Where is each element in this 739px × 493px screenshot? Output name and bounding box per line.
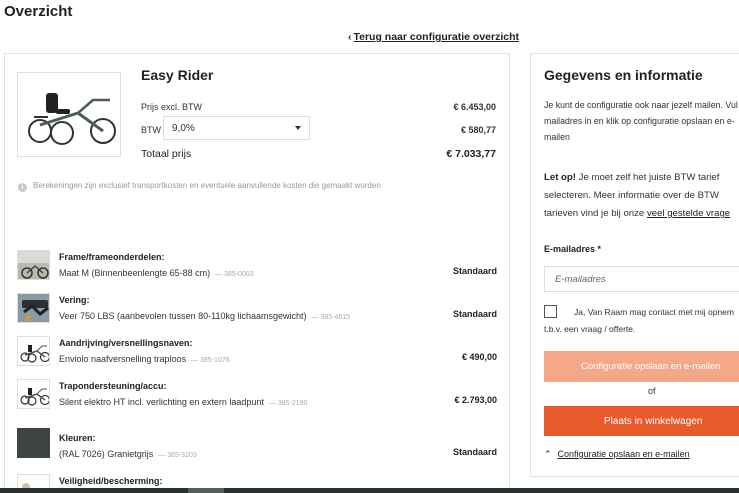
option-thumbnail <box>17 293 50 323</box>
calculation-note: i Berekeningen zijn exclusief transportko… <box>18 181 381 192</box>
option-description: Enviolo naafversnelling traploos — 385-10… <box>59 354 230 364</box>
consent-text: Ja, Van Raam mag contact met mij opnem t… <box>544 307 734 334</box>
option-price: Standaard <box>452 266 497 276</box>
option-row-suspension: Vering: Veer 750 LBS (aanbevolen tussen … <box>17 293 497 333</box>
configuration-summary-card: Easy Rider Prijs excl. BTW € 6.453,00 BT… <box>4 53 510 493</box>
option-title: Veiligheid/bescherming: <box>59 476 163 486</box>
price-excl-vat-value: € 6.453,00 <box>453 102 496 112</box>
vat-warning: Let op! Je moet zelf het juiste BTW tari… <box>544 172 731 219</box>
vat-rate-select[interactable]: 9,0% <box>163 116 310 140</box>
product-image <box>17 72 121 157</box>
consent-checkbox[interactable] <box>544 305 557 318</box>
option-row-pedal-assist: Trapondersteuning/accu: Silent elektro H… <box>17 379 497 419</box>
save-and-email-button[interactable]: Configuratie opslaan en e-mailen <box>544 351 739 382</box>
option-row-drivetrain: Aandrijving/versnellingsnaven: Enviolo n… <box>17 336 497 376</box>
option-title: Vering: <box>59 295 90 305</box>
option-row-frame: Frame/frameonderdelen: Maat M (Binnenbee… <box>17 250 497 290</box>
option-description: (RAL 7026) Granietgrijs — 385-3203 <box>59 449 197 459</box>
option-thumbnail <box>17 336 50 366</box>
product-name: Easy Rider <box>141 67 214 83</box>
contact-info-panel: Gegevens en informatie Je kunt de config… <box>530 53 739 477</box>
option-title: Frame/frameonderdelen: <box>59 252 165 262</box>
total-price-value: € 7.033,77 <box>446 148 496 160</box>
option-price: Standaard <box>452 309 497 319</box>
option-price: € 2.793,00 <box>454 395 497 405</box>
trike-small-icon <box>20 345 49 363</box>
trike-small-icon <box>20 388 49 406</box>
option-price: € 490,00 <box>461 352 497 362</box>
option-row-colors: Kleuren: (RAL 7026) Granietgrijs — 385-32… <box>17 428 497 468</box>
panel-intro-line: mailen <box>544 132 570 142</box>
price-excl-vat-label: Prijs excl. BTW <box>141 102 203 112</box>
vat-value: € 580,77 <box>460 125 496 135</box>
add-to-cart-button[interactable]: Plaats in winkelwagen <box>544 406 739 436</box>
page-title: Overzicht <box>4 3 73 20</box>
chevron-up-icon: ⌃ <box>544 449 552 459</box>
option-thumbnail <box>17 379 50 409</box>
faq-link[interactable]: veel gestelde vrage <box>647 208 730 219</box>
option-description: Veer 750 LBS (aanbevolen tussen 80-110kg… <box>59 311 351 321</box>
suspension-photo-icon <box>18 294 49 322</box>
email-label: E-mailadres * <box>544 244 602 254</box>
caret-down-icon <box>295 126 301 130</box>
panel-intro-line: Je kunt de configuratie ook naar jezelf … <box>544 100 738 110</box>
email-input[interactable] <box>544 266 739 292</box>
option-title: Aandrijving/versnellingsnaven: <box>59 338 193 348</box>
or-separator: of <box>648 386 656 396</box>
option-title: Trapondersteuning/accu: <box>59 381 167 391</box>
trike-illustration <box>28 93 116 145</box>
panel-intro-line: mailadres in en klik op configuratie ops… <box>544 116 735 126</box>
color-swatch <box>17 428 50 458</box>
total-price-label: Totaal prijs <box>141 148 192 160</box>
frame-photo-icon <box>18 251 49 279</box>
scroll-indicator <box>188 488 224 493</box>
option-title: Kleuren: <box>59 433 96 443</box>
bottom-bar <box>0 488 739 493</box>
option-price: Standaard <box>452 447 497 457</box>
option-thumbnail <box>17 250 50 280</box>
vat-label: BTW <box>141 125 161 135</box>
back-to-configuration-link[interactable]: ‹ Terug naar configuratie overzicht <box>348 31 519 43</box>
save-and-email-link[interactable]: ⌃ Configuratie opslaan en e-mailen <box>544 449 690 460</box>
panel-title: Gegevens en informatie <box>544 67 703 83</box>
info-icon: i <box>18 183 27 192</box>
chevron-left-icon: ‹ <box>348 31 352 43</box>
option-description: Silent elektro HT incl. verlichting en e… <box>59 397 308 407</box>
vat-rate-selected: 9,0% <box>172 123 195 134</box>
option-description: Maat M (Binnenbeenlengte 65-88 cm) — 385-… <box>59 268 254 278</box>
